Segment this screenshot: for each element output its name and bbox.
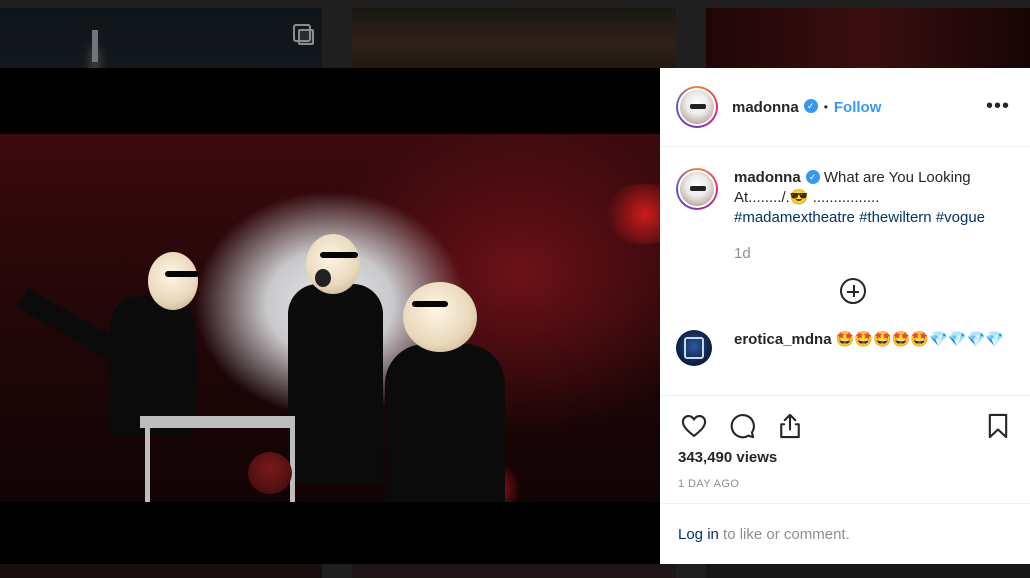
view-count[interactable]: 343,490 views	[678, 449, 777, 466]
bookmark-icon[interactable]	[984, 412, 1012, 440]
caption-comment: madonna ✓ What are You Looking At........…	[676, 168, 1014, 264]
avatar-image	[678, 170, 716, 208]
post-age[interactable]: 1d	[734, 244, 1014, 264]
table-leg	[290, 428, 295, 502]
hashtag-link[interactable]: #madamextheatre	[734, 209, 855, 226]
load-more-comments-icon[interactable]	[840, 278, 866, 304]
comment-item: erotica_mdna 🤩🤩🤩🤩🤩💎💎💎💎	[676, 330, 1014, 366]
more-options-icon[interactable]: •••	[986, 96, 1010, 116]
microphone	[315, 269, 331, 287]
login-prompt: Log in to like or comment.	[660, 503, 1030, 565]
dancer-figure	[385, 344, 505, 502]
sunglasses	[165, 271, 199, 277]
dancer-figure	[110, 296, 195, 436]
comment-text: 🤩🤩🤩🤩🤩💎💎💎💎	[835, 331, 1004, 348]
stage-table	[140, 416, 295, 428]
caption-username[interactable]: madonna	[734, 169, 801, 186]
sunglasses-emoji: 😎	[789, 189, 809, 206]
sunglasses	[412, 301, 448, 307]
dancer-head	[306, 234, 360, 294]
post-media[interactable]	[0, 68, 660, 564]
caption-avatar[interactable]	[676, 168, 718, 210]
comment-bubble-icon[interactable]	[728, 412, 756, 440]
comment-body: erotica_mdna 🤩🤩🤩🤩🤩💎💎💎💎	[734, 330, 1014, 366]
login-link[interactable]: Log in	[678, 526, 719, 543]
hashtag-link[interactable]: #thewiltern	[859, 209, 932, 226]
dancer-head	[148, 252, 198, 310]
header-username[interactable]: madonna	[732, 99, 799, 116]
post-video[interactable]	[0, 134, 660, 502]
avatar-image	[678, 88, 716, 126]
post-actions: 343,490 views 1 DAY AGO Log in to like o…	[660, 395, 1030, 564]
follow-button[interactable]: Follow	[834, 99, 882, 116]
post-side-panel: madonna ✓ • Follow ••• madonna ✓ What are…	[660, 68, 1030, 564]
commenter-avatar[interactable]	[676, 330, 712, 366]
post-modal: madonna ✓ • Follow ••• madonna ✓ What are…	[0, 68, 1030, 564]
like-heart-icon[interactable]	[680, 412, 708, 440]
post-header: madonna ✓ • Follow •••	[660, 68, 1030, 147]
hashtag-link[interactable]: #vogue	[936, 209, 985, 226]
caption-body: madonna ✓ What are You Looking At........…	[734, 168, 1014, 264]
dancer-figure	[288, 284, 383, 484]
verified-badge-icon: ✓	[803, 99, 818, 113]
dancer-head	[248, 452, 292, 494]
stage-light	[600, 184, 660, 244]
share-icon[interactable]	[776, 412, 804, 440]
caption-tail: ................	[808, 189, 880, 206]
post-date[interactable]: 1 DAY AGO	[678, 478, 739, 490]
login-prompt-text: to like or comment.	[718, 526, 850, 543]
separator-dot: •	[823, 100, 828, 114]
eyepatch	[320, 252, 358, 258]
dancer-leg	[16, 287, 124, 363]
comments-area[interactable]: madonna ✓ What are You Looking At........…	[660, 148, 1030, 394]
profile-avatar[interactable]	[676, 86, 718, 128]
table-leg	[145, 428, 150, 502]
dancer-head	[403, 282, 477, 352]
commenter-username[interactable]: erotica_mdna	[734, 331, 832, 348]
verified-badge-icon: ✓	[805, 170, 820, 185]
